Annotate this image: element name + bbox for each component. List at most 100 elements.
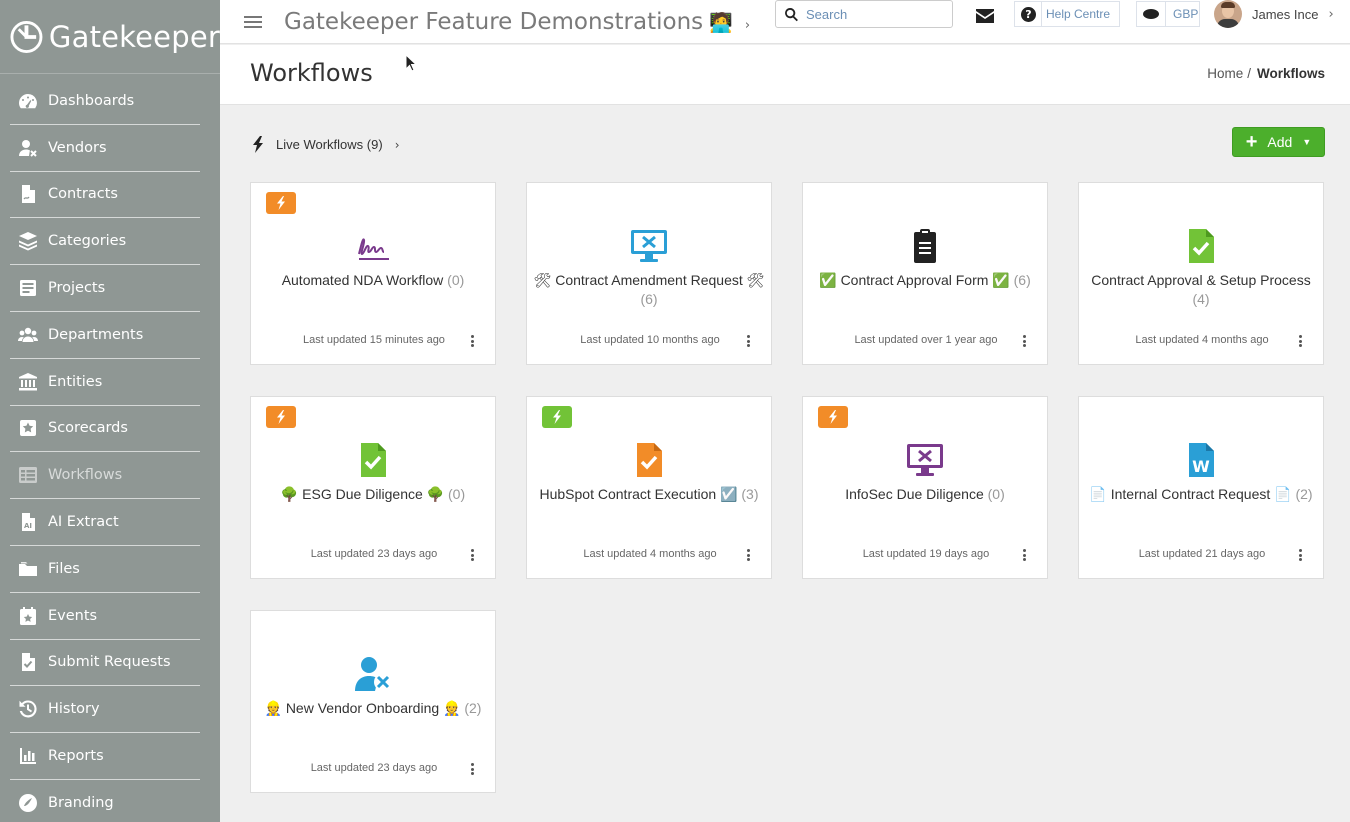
sidebar-item-label: Vendors <box>48 139 107 156</box>
card-title: Automated NDA Workflow (0) <box>257 271 489 290</box>
card-title: ✅ Contract Approval Form ✅ (6) <box>809 271 1041 290</box>
workflow-card[interactable]: InfoSec Due Diligence (0) Last updated 1… <box>802 396 1048 579</box>
svg-text:W: W <box>1192 457 1210 476</box>
app-title[interactable]: Gatekeeper Feature Demonstrations 🧑‍💻 › <box>284 9 750 35</box>
live-workflows-toggle[interactable]: Live Workflows (9) › <box>252 136 400 153</box>
sidebar-item-label: Contracts <box>48 186 118 203</box>
card-count: (2) <box>464 700 482 716</box>
sidebar-item-projects[interactable]: Projects <box>10 265 200 312</box>
card-title: 📄 Internal Contract Request 📄 (2) <box>1085 485 1317 504</box>
sidebar-item-files[interactable]: Files <box>10 546 200 593</box>
sidebar-item-workflows[interactable]: Workflows <box>10 452 200 500</box>
workflow-card[interactable]: 🌳 ESG Due Diligence 🌳 (0) Last updated 2… <box>250 396 496 579</box>
workflow-card[interactable]: Automated NDA Workflow (0) Last updated … <box>250 182 496 365</box>
departments-icon <box>16 324 40 346</box>
card-title-text: InfoSec Due Diligence <box>845 486 984 502</box>
add-button-label: Add <box>1267 134 1293 150</box>
sidebar-item-ai-extract[interactable]: AI AI Extract <box>10 499 200 546</box>
sidebar-item-label: Files <box>48 560 80 577</box>
sidebar-item-departments[interactable]: Departments <box>10 312 200 359</box>
add-button[interactable]: + Add ▼ <box>1232 127 1325 157</box>
card-title-text: Contract Approval & Setup Process <box>1091 272 1311 288</box>
card-count: (4) <box>1192 291 1210 307</box>
sidebar-item-dashboards[interactable]: Dashboards <box>10 78 200 125</box>
submit-requests-icon <box>16 651 40 673</box>
ai-extract-icon: AI <box>16 511 40 533</box>
sidebar-item-categories[interactable]: Categories <box>10 218 200 266</box>
sidebar: Gatekeeper Dashboards Vendors Contracts … <box>0 0 220 822</box>
card-title-text: 📄 Internal Contract Request 📄 <box>1089 486 1292 502</box>
coins-icon <box>1143 9 1159 19</box>
card-title-text: 🌳 ESG Due Diligence 🌳 <box>280 486 445 502</box>
user-menu[interactable]: James Ince › <box>1214 0 1334 28</box>
card-title: 🛠 Contract Amendment Request 🛠 (6) <box>533 271 765 309</box>
live-workflows-label: Live Workflows (9) <box>276 137 383 152</box>
card-count: (0) <box>987 486 1005 502</box>
bolt-icon <box>553 410 561 424</box>
card-title-text: ✅ Contract Approval Form ✅ <box>819 272 1010 288</box>
brand[interactable]: Gatekeeper <box>0 0 220 74</box>
avatar <box>1214 0 1242 28</box>
sidebar-item-entities[interactable]: Entities <box>10 359 200 406</box>
workflow-card[interactable]: 🛠 Contract Amendment Request 🛠 (6) Last … <box>526 182 772 365</box>
workflow-card[interactable]: W 📄 Internal Contract Request 📄 (2) Last… <box>1078 396 1324 579</box>
search-input[interactable] <box>806 6 946 22</box>
kebab-menu-icon[interactable] <box>471 763 475 775</box>
branding-icon <box>16 792 40 814</box>
question-icon: ? <box>1021 6 1036 22</box>
bolt-icon <box>253 136 263 153</box>
sidebar-item-vendors[interactable]: Vendors <box>10 125 200 172</box>
kebab-menu-icon[interactable] <box>471 549 475 561</box>
card-updated: Last updated over 1 year ago <box>854 334 998 346</box>
kebab-menu-icon[interactable] <box>747 549 751 561</box>
bolt-icon <box>277 196 285 210</box>
workflow-card[interactable]: ✅ Contract Approval Form ✅ (6) Last upda… <box>802 182 1048 365</box>
workflow-card[interactable]: 👷 New Vendor Onboarding 👷 (2) Last updat… <box>250 610 496 793</box>
vendors-icon <box>16 137 40 159</box>
sidebar-item-history[interactable]: History <box>10 686 200 734</box>
kebab-menu-icon[interactable] <box>1023 549 1027 561</box>
sidebar-item-reports[interactable]: Reports <box>10 733 200 780</box>
sidebar-item-contracts[interactable]: Contracts <box>10 172 200 219</box>
kebab-menu-icon[interactable] <box>471 335 475 347</box>
mouse-cursor-icon <box>405 54 417 72</box>
history-icon <box>16 698 40 720</box>
breadcrumb: Home / Workflows <box>1207 66 1325 81</box>
sidebar-item-label: Dashboards <box>48 92 135 109</box>
sidebar-item-label: Workflows <box>48 467 123 484</box>
card-updated: Last updated 10 months ago <box>580 334 720 346</box>
file-check-icon <box>251 442 495 478</box>
mail-icon[interactable] <box>976 8 994 23</box>
hamburger-menu-icon[interactable] <box>244 13 262 31</box>
kebab-menu-icon[interactable] <box>1023 335 1027 347</box>
breadcrumb-home[interactable]: Home <box>1207 66 1243 81</box>
card-count: (6) <box>1013 272 1031 288</box>
topbar: Gatekeeper Feature Demonstrations🧑‍💻 › ? … <box>220 0 1350 44</box>
app-title-emoji: 🧑‍💻 <box>709 11 733 34</box>
sidebar-item-branding[interactable]: Branding <box>10 780 200 822</box>
page-title: Workflows <box>250 59 373 87</box>
svg-text:AI: AI <box>24 522 32 530</box>
card-title: Contract Approval & Setup Process (4) <box>1085 271 1317 309</box>
card-updated: Last updated 23 days ago <box>310 762 438 774</box>
card-title-text: 🛠 Contract Amendment Request 🛠 <box>533 272 765 288</box>
workflow-card[interactable]: Contract Approval & Setup Process (4) La… <box>1078 182 1324 365</box>
kebab-menu-icon[interactable] <box>1299 549 1303 561</box>
card-title: 🌳 ESG Due Diligence 🌳 (0) <box>257 485 489 504</box>
card-updated: Last updated 4 months ago <box>583 548 717 560</box>
currency-selector[interactable]: GBP <box>1136 1 1200 27</box>
card-count: (3) <box>741 486 759 502</box>
kebab-menu-icon[interactable] <box>1299 335 1303 347</box>
monitor-tools-icon <box>527 228 771 264</box>
search-box[interactable] <box>775 0 953 28</box>
sidebar-item-label: Branding <box>48 795 114 812</box>
currency-separator <box>1165 2 1166 26</box>
sidebar-item-events[interactable]: Events <box>10 593 200 640</box>
help-centre-button[interactable]: ? Help Centre <box>1014 1 1120 27</box>
clipboard-icon <box>803 228 1047 264</box>
sidebar-item-submit-requests[interactable]: Submit Requests <box>10 640 200 687</box>
kebab-menu-icon[interactable] <box>747 335 751 347</box>
plus-icon: + <box>1245 131 1258 153</box>
workflow-card[interactable]: HubSpot Contract Execution ☑️ (3) Last u… <box>526 396 772 579</box>
sidebar-item-scorecards[interactable]: Scorecards <box>10 406 200 453</box>
